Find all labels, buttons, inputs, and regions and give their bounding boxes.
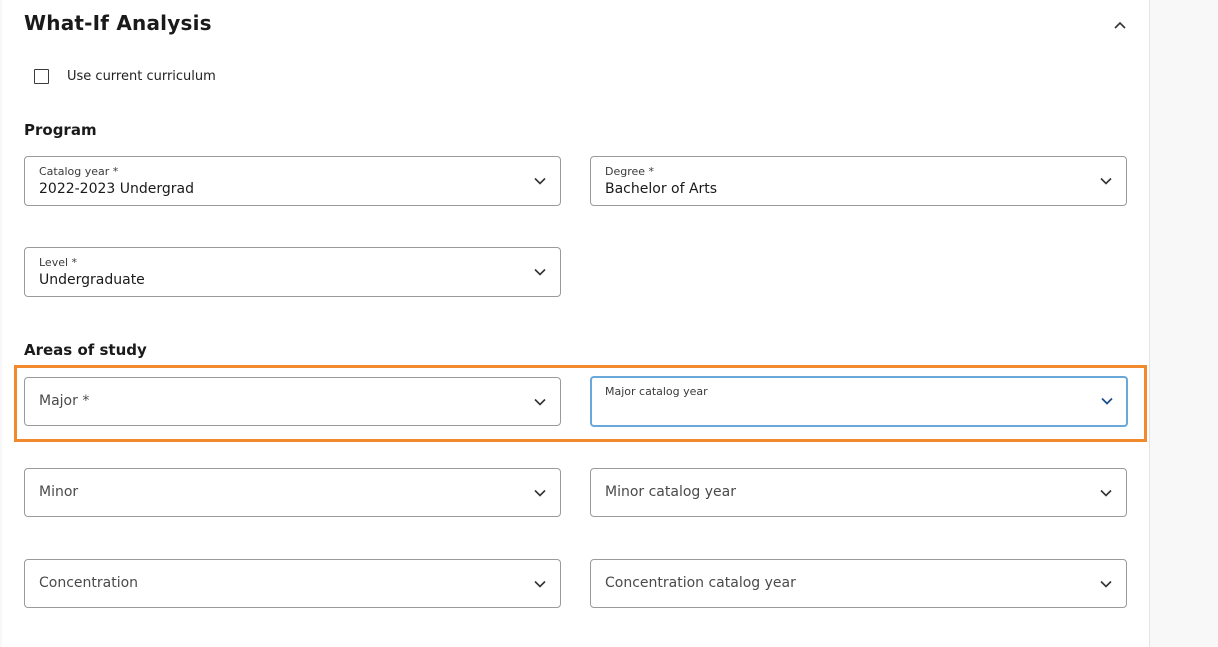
major-catalog-year-label: Major catalog year bbox=[605, 385, 708, 398]
catalog-year-select[interactable]: Catalog year * 2022-2023 Undergrad bbox=[24, 156, 561, 206]
concentration-select[interactable]: Concentration bbox=[24, 559, 561, 608]
major-catalog-year-select[interactable]: Major catalog year bbox=[590, 376, 1128, 427]
chevron-up-icon bbox=[1114, 21, 1126, 29]
degree-select[interactable]: Degree * Bachelor of Arts bbox=[590, 156, 1127, 206]
level-label: Level * bbox=[39, 256, 78, 269]
what-if-panel: What-If Analysis Use current curriculum … bbox=[2, 0, 1150, 647]
major-placeholder: Major * bbox=[39, 393, 90, 409]
use-current-curriculum-row[interactable]: Use current curriculum bbox=[34, 69, 216, 84]
chevron-down-icon bbox=[534, 177, 546, 185]
concentration-placeholder: Concentration bbox=[39, 575, 139, 591]
major-select[interactable]: Major * bbox=[24, 377, 561, 426]
level-value: Undergraduate bbox=[39, 272, 145, 288]
catalog-year-value: 2022-2023 Undergrad bbox=[39, 181, 194, 197]
chevron-down-icon bbox=[534, 580, 546, 588]
concentration-catalog-year-placeholder: Concentration catalog year bbox=[605, 575, 796, 591]
chevron-down-icon bbox=[1101, 397, 1113, 405]
section-title: What-If Analysis bbox=[24, 11, 212, 35]
minor-catalog-year-select[interactable]: Minor catalog year bbox=[590, 468, 1127, 517]
use-current-curriculum-checkbox[interactable] bbox=[34, 69, 49, 84]
minor-select[interactable]: Minor bbox=[24, 468, 561, 517]
chevron-down-icon bbox=[1100, 489, 1112, 497]
use-current-curriculum-label: Use current curriculum bbox=[67, 69, 216, 84]
level-select[interactable]: Level * Undergraduate bbox=[24, 247, 561, 297]
areas-of-study-heading: Areas of study bbox=[24, 341, 147, 359]
chevron-down-icon bbox=[534, 398, 546, 406]
concentration-catalog-year-select[interactable]: Concentration catalog year bbox=[590, 559, 1127, 608]
degree-value: Bachelor of Arts bbox=[605, 181, 718, 197]
chevron-down-icon bbox=[534, 489, 546, 497]
minor-placeholder: Minor bbox=[39, 484, 79, 500]
degree-label: Degree * bbox=[605, 165, 655, 178]
collapse-button[interactable] bbox=[1109, 14, 1131, 36]
chevron-down-icon bbox=[534, 268, 546, 276]
catalog-year-label: Catalog year * bbox=[39, 165, 119, 178]
chevron-down-icon bbox=[1100, 580, 1112, 588]
minor-catalog-year-placeholder: Minor catalog year bbox=[605, 484, 736, 500]
program-heading: Program bbox=[24, 121, 97, 139]
chevron-down-icon bbox=[1100, 177, 1112, 185]
